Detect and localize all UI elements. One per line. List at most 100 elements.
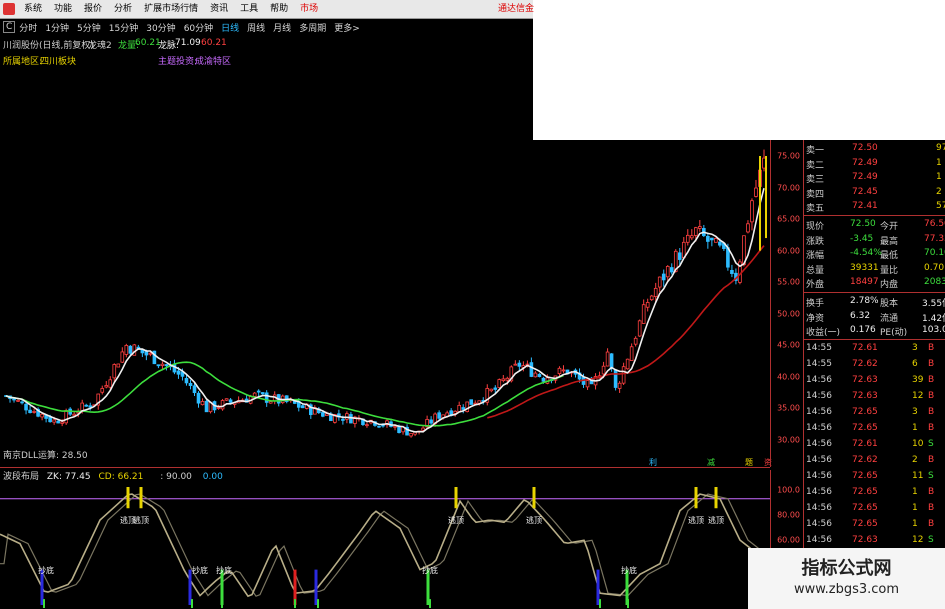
quote-separator	[804, 292, 945, 293]
stat-row: 总量 39331 量比 0.70	[804, 262, 945, 276]
bottom-tick	[599, 599, 601, 608]
sell-signal-bar	[454, 487, 458, 509]
signal-label: 抄底	[422, 565, 438, 575]
candle-body	[393, 425, 397, 428]
bottom-tick	[43, 599, 45, 608]
candle-body	[60, 421, 64, 424]
signal-label: 抄底	[192, 565, 208, 575]
tick-row: 14:55 72.62 6 B	[804, 357, 945, 372]
period-tab-5min[interactable]: 5分钟	[73, 21, 105, 34]
candle-body	[176, 370, 181, 375]
chart-mode-button[interactable]: C	[3, 21, 16, 33]
tick-price: 72.65	[852, 407, 878, 417]
period-tab-more[interactable]: 更多>	[330, 21, 364, 34]
candle-body	[714, 238, 718, 243]
candle-body	[665, 266, 670, 278]
period-tab-daily[interactable]: 日线	[217, 21, 243, 34]
price-axis-tick: 70.00	[777, 183, 800, 193]
candlestick-chart[interactable]	[0, 140, 770, 467]
candle-body	[710, 237, 714, 241]
tick-price: 72.63	[852, 391, 878, 401]
candle-body	[493, 387, 498, 390]
candle-body	[537, 373, 542, 377]
menu-item-tools[interactable]: 工具	[234, 0, 264, 18]
fund-value: 103.0	[922, 325, 945, 335]
signal-label: 抄底	[621, 565, 637, 575]
quote-separator	[804, 215, 945, 216]
ask-volume: 1	[936, 157, 942, 168]
menu-item-news[interactable]: 资讯	[204, 0, 234, 18]
fund-label: 收益(一)	[806, 328, 841, 338]
candle-body	[220, 400, 225, 410]
candle-body	[601, 365, 606, 375]
site-watermark: 指标公式网 www.zbgs3.com	[748, 548, 945, 609]
menu-item-system[interactable]: 系统	[18, 0, 48, 18]
candle-body	[32, 411, 36, 413]
candle-body	[762, 157, 766, 169]
candle-body	[172, 363, 177, 373]
tick-row: 14:56 72.65 1B	[804, 501, 945, 516]
fund-label: PE(动)	[880, 328, 908, 338]
tick-side: B	[928, 423, 935, 433]
ask-row: 卖二 72.49 1	[804, 157, 945, 171]
menu-item-market[interactable]: 市场	[294, 0, 324, 18]
candle-body	[653, 287, 658, 298]
fund-value: 3.55亿	[922, 299, 945, 309]
tick-time: 14:55	[806, 359, 832, 369]
period-tab-30min[interactable]: 30分钟	[142, 21, 179, 34]
period-tab-weekly[interactable]: 周线	[243, 21, 269, 34]
fund-value: 1.42亿	[922, 313, 945, 324]
candle-body	[72, 413, 76, 416]
menu-item-help[interactable]: 帮助	[264, 0, 294, 18]
period-tab-15min[interactable]: 15分钟	[105, 21, 142, 34]
blank-area: 通达信金	[498, 0, 945, 140]
candle-body	[160, 363, 165, 366]
period-tab-1min[interactable]: 1分钟	[41, 21, 73, 34]
candle-body	[685, 234, 690, 243]
tick-side: S	[928, 439, 934, 449]
menu-item-quote[interactable]: 报价	[78, 0, 108, 18]
menu-item-analysis[interactable]: 分析	[108, 0, 138, 18]
signal-label: 逃顶	[133, 516, 149, 526]
tick-time: 14:56	[806, 439, 832, 449]
fund-value: 6.32	[850, 310, 871, 321]
stat-label: 最高	[880, 236, 899, 247]
stat-label: 最低	[880, 251, 899, 261]
candle-body	[629, 346, 634, 361]
period-tab-60min[interactable]: 60分钟	[180, 21, 217, 34]
oscillator-chart[interactable]	[0, 479, 770, 609]
stat-row: 涨跌 -3.45 最高 77.33	[804, 233, 945, 247]
period-tab-multi[interactable]: 多周期	[295, 21, 330, 34]
tick-row: 14:56 72.65 11 S	[804, 469, 945, 484]
oscillator-main-line	[0, 493, 769, 598]
candle-body	[633, 337, 638, 345]
candle-body	[677, 252, 682, 260]
candle-body	[541, 377, 546, 382]
tick-volume: 39	[912, 375, 924, 385]
candle-body	[501, 378, 506, 382]
period-tab-timeshare[interactable]: 分时	[15, 21, 41, 34]
candle-body	[64, 410, 68, 424]
candle-body	[156, 364, 161, 367]
candle-body	[397, 425, 401, 433]
menu-item-function[interactable]: 功能	[48, 0, 78, 18]
oscillator-axis-tick: 80.00	[777, 510, 800, 520]
period-tab-monthly[interactable]: 月线	[269, 21, 295, 34]
tick-side: B	[928, 391, 935, 401]
stat-label: 今开	[880, 222, 899, 232]
candle-body	[469, 399, 474, 405]
candle-body	[746, 223, 750, 233]
candle-body	[204, 400, 209, 413]
candle-body	[260, 392, 265, 395]
menu-item-extended-market[interactable]: 扩展市场行情	[138, 0, 204, 18]
app-logo-icon	[3, 3, 15, 15]
candle-body	[16, 399, 20, 402]
theme-label: 主题投资:	[158, 57, 198, 67]
tick-volume: 1	[912, 487, 918, 497]
tick-time: 14:56	[806, 487, 832, 497]
candle-body	[128, 345, 133, 354]
candle-body	[365, 424, 369, 427]
tick-side: S	[928, 535, 934, 545]
watermark-title: 指标公式网	[801, 558, 892, 579]
tick-row: 14:56 72.65 1B	[804, 485, 945, 500]
